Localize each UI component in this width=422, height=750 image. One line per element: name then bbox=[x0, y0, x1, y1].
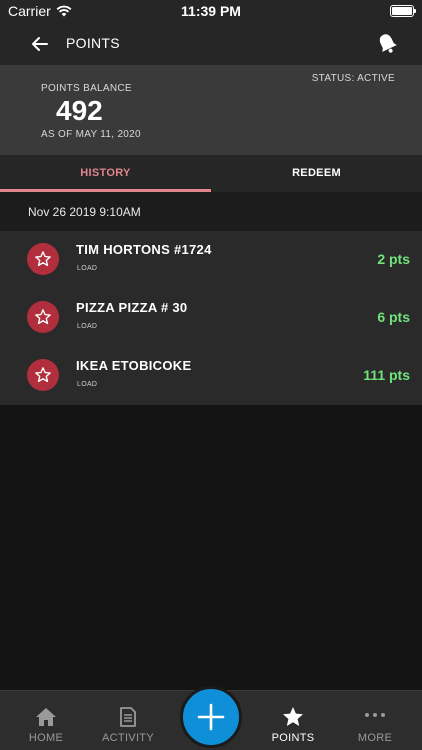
home-icon bbox=[36, 708, 56, 726]
history-date: Nov 26 2019 9:10AM bbox=[28, 205, 141, 219]
segment-tabs: HISTORY REDEEM bbox=[0, 155, 422, 192]
bell-icon[interactable] bbox=[376, 31, 398, 55]
transaction-type: LOAD bbox=[77, 265, 98, 272]
list-item[interactable]: IKEA ETOBICOKE LOAD 111 pts bbox=[0, 347, 422, 405]
document-icon bbox=[120, 707, 136, 727]
points-earned: 6 pts bbox=[377, 309, 410, 325]
tabbar-points[interactable]: POINTS bbox=[251, 691, 335, 750]
merchant-name: IKEA ETOBICOKE bbox=[76, 358, 192, 373]
tabbar-activity[interactable]: ACTIVITY bbox=[86, 691, 170, 750]
status-time: 11:39 PM bbox=[181, 3, 241, 19]
arrow-left-icon[interactable] bbox=[28, 32, 52, 56]
tab-history-label: HISTORY bbox=[80, 167, 131, 179]
star-badge bbox=[27, 301, 59, 333]
balance-date: AS OF MAY 11, 2020 bbox=[41, 129, 141, 140]
star-badge bbox=[27, 359, 59, 391]
status-label: STATUS: ACTIVE bbox=[311, 73, 395, 84]
tab-redeem-label: REDEEM bbox=[292, 167, 341, 179]
battery-icon bbox=[390, 5, 416, 17]
star-icon bbox=[35, 367, 51, 383]
more-dots-icon bbox=[365, 713, 385, 717]
balance-label: POINTS BALANCE bbox=[41, 83, 132, 94]
merchant-name: PIZZA PIZZA # 30 bbox=[76, 300, 188, 315]
page-title: POINTS bbox=[66, 35, 120, 51]
star-icon bbox=[35, 309, 51, 325]
list-item[interactable]: TIM HORTONS #1724 LOAD 2 pts bbox=[0, 231, 422, 289]
plus-icon bbox=[197, 703, 225, 731]
list-item[interactable]: PIZZA PIZZA # 30 LOAD 6 pts bbox=[0, 289, 422, 347]
add-button[interactable] bbox=[180, 686, 242, 748]
status-bar: Carrier 11:39 PM bbox=[0, 0, 422, 22]
tab-redeem[interactable]: REDEEM bbox=[211, 155, 422, 192]
points-balance-panel: POINTS BALANCE 492 AS OF MAY 11, 2020 ST… bbox=[0, 65, 422, 155]
merchant-name: TIM HORTONS #1724 bbox=[76, 242, 212, 257]
tabbar-more-label: MORE bbox=[357, 732, 393, 744]
history-date-header: Nov 26 2019 9:10AM bbox=[0, 192, 422, 231]
tab-history[interactable]: HISTORY bbox=[0, 155, 211, 192]
star-badge bbox=[27, 243, 59, 275]
tabbar-home[interactable]: HOME bbox=[4, 691, 88, 750]
points-earned: 2 pts bbox=[377, 251, 410, 267]
nav-bar: POINTS bbox=[0, 22, 422, 65]
star-icon bbox=[283, 707, 303, 726]
balance-value: 492 bbox=[56, 95, 103, 126]
star-icon bbox=[35, 251, 51, 267]
transaction-type: LOAD bbox=[77, 323, 98, 330]
transaction-type: LOAD bbox=[77, 381, 98, 388]
history-list: TIM HORTONS #1724 LOAD 2 pts PIZZA PIZZA… bbox=[0, 231, 422, 405]
tabbar-activity-label: ACTIVITY bbox=[102, 732, 154, 744]
tabbar-points-label: POINTS bbox=[271, 732, 315, 744]
tabbar-more[interactable]: MORE bbox=[333, 691, 417, 750]
points-earned: 111 pts bbox=[363, 367, 410, 383]
tabbar-home-label: HOME bbox=[28, 732, 64, 744]
